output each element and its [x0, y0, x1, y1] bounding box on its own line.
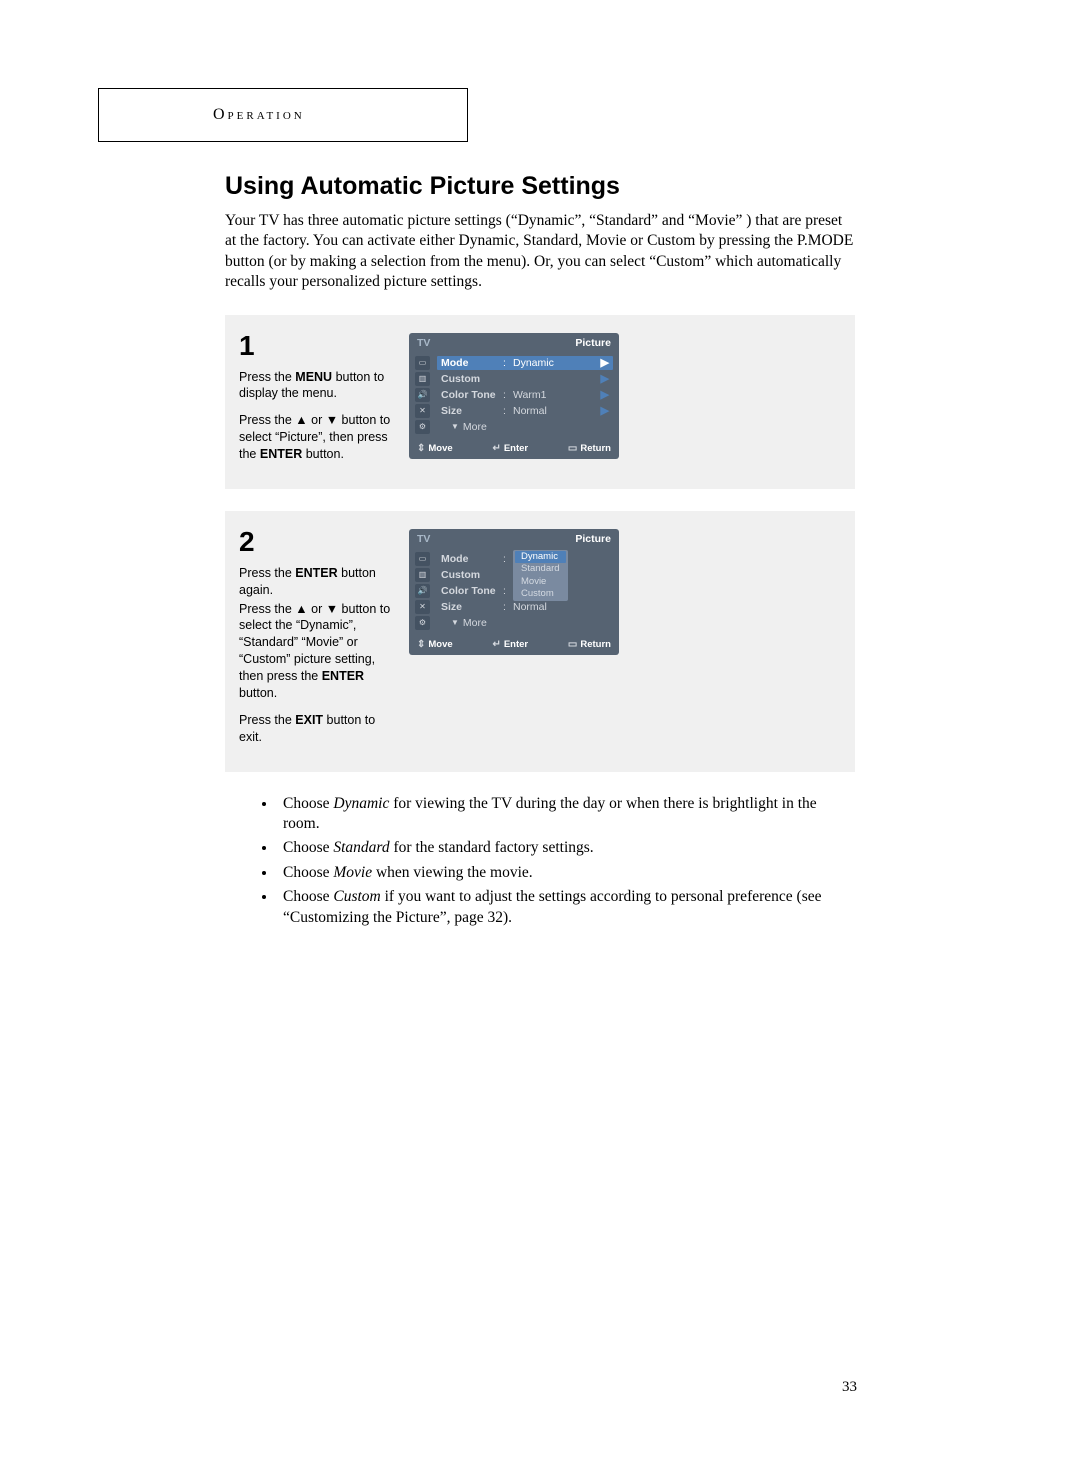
- osd-menu-row: Size: Normal ▶: [437, 404, 613, 418]
- bullet-item: Choose Dynamic for viewing the TV during…: [277, 794, 855, 835]
- osd-title: Picture: [575, 533, 611, 545]
- osd-icon-column: ▭ ▥ 🔊 ✕ ⚙: [415, 356, 431, 434]
- right-arrow-icon: ▶: [601, 404, 609, 417]
- sound-icon: 🔊: [415, 584, 430, 598]
- display-icon: ▥: [415, 372, 430, 386]
- osd-menu-row: Mode: Dynamic ▶: [437, 356, 613, 370]
- step-instruction: Press the ▲ or ▼ button to select “Pictu…: [239, 412, 391, 463]
- osd-enter-hint: ↵Enter: [492, 443, 528, 454]
- osd-source-label: TV: [417, 337, 430, 349]
- step-instruction: Press the ENTER button again.: [239, 565, 391, 599]
- dropdown-option: Custom: [519, 588, 562, 600]
- step-2: 2 Press the ENTER button again. Press th…: [225, 511, 855, 772]
- step-instruction: Press the MENU button to display the men…: [239, 369, 391, 403]
- channel-icon: ✕: [415, 404, 430, 418]
- osd-menu-row: Color Tone: Warm1 ▶: [437, 388, 613, 402]
- step-1: 1 Press the MENU button to display the m…: [225, 315, 855, 489]
- right-arrow-icon: ▶: [601, 372, 609, 385]
- bullet-item: Choose Standard for the standard factory…: [277, 838, 855, 858]
- dropdown-option: Movie: [519, 576, 562, 588]
- osd-more-row: ▼ More: [437, 616, 613, 630]
- page-number: 33: [842, 1379, 857, 1396]
- osd-screenshot-2: TV Picture ▭ ▥ 🔊 ✕ ⚙ Mode: Custom: [409, 529, 619, 655]
- return-icon: ▭: [568, 443, 577, 454]
- step-number: 1: [239, 327, 391, 365]
- dropdown-option: Standard: [519, 563, 562, 575]
- down-triangle-icon: ▼: [451, 422, 459, 431]
- display-icon: ▥: [415, 568, 430, 582]
- step-number: 2: [239, 523, 391, 561]
- bullet-item: Choose Custom if you want to adjust the …: [277, 887, 855, 928]
- setup-icon: ⚙: [415, 616, 430, 630]
- picture-icon: ▭: [415, 356, 430, 370]
- osd-screenshot-1: TV Picture ▭ ▥ 🔊 ✕ ⚙ Mode: Dynamic ▶: [409, 333, 619, 459]
- right-arrow-icon: ▶: [601, 356, 609, 369]
- osd-icon-column: ▭ ▥ 🔊 ✕ ⚙: [415, 552, 431, 630]
- enter-icon: ↵: [492, 639, 500, 650]
- step-instruction: Press the ▲ or ▼ button to select the “D…: [239, 601, 391, 702]
- updown-icon: ⇕: [417, 443, 425, 454]
- channel-icon: ✕: [415, 600, 430, 614]
- down-triangle-icon: ▼: [451, 618, 459, 627]
- step-instruction: Press the EXIT button to exit.: [239, 712, 391, 746]
- page-title: Using Automatic Picture Settings: [225, 172, 855, 201]
- enter-icon: ↵: [492, 443, 500, 454]
- osd-dropdown: Dynamic Standard Movie Custom: [513, 550, 568, 601]
- right-arrow-icon: ▶: [601, 388, 609, 401]
- dropdown-option-selected: Dynamic: [515, 551, 566, 563]
- setup-icon: ⚙: [415, 420, 430, 434]
- updown-icon: ⇕: [417, 639, 425, 650]
- osd-return-hint: ▭Return: [568, 639, 611, 650]
- section-header: Operation: [98, 88, 468, 142]
- osd-source-label: TV: [417, 533, 430, 545]
- osd-enter-hint: ↵Enter: [492, 639, 528, 650]
- osd-menu-row: Custom ▶: [437, 372, 613, 386]
- intro-paragraph: Your TV has three automatic picture sett…: [225, 211, 855, 293]
- osd-title: Picture: [575, 337, 611, 349]
- osd-move-hint: ⇕Move: [417, 639, 453, 650]
- return-icon: ▭: [568, 639, 577, 650]
- picture-icon: ▭: [415, 552, 430, 566]
- bullet-list: Choose Dynamic for viewing the TV during…: [225, 794, 855, 929]
- osd-menu-row: Size: Normal: [437, 600, 613, 614]
- osd-more-row: ▼ More: [437, 420, 613, 434]
- sound-icon: 🔊: [415, 388, 430, 402]
- osd-move-hint: ⇕Move: [417, 443, 453, 454]
- osd-return-hint: ▭Return: [568, 443, 611, 454]
- bullet-item: Choose Movie when viewing the movie.: [277, 863, 855, 883]
